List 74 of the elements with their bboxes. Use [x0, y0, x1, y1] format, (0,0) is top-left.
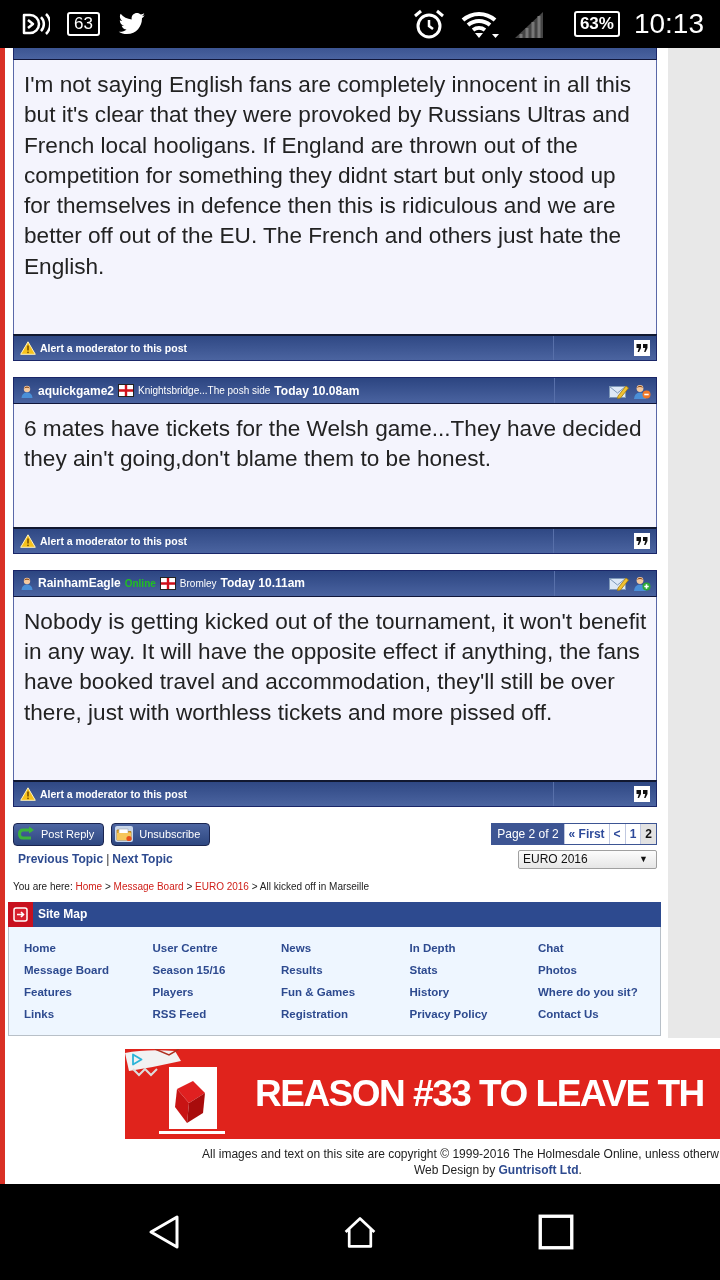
- recents-icon[interactable]: [538, 1214, 574, 1250]
- page-link[interactable]: 2: [640, 823, 656, 844]
- site-map-link[interactable]: Fun & Games: [281, 980, 356, 1003]
- previous-topic-link[interactable]: Previous Topic: [18, 851, 104, 866]
- post-time: Today 10.11am: [220, 576, 305, 591]
- site-map-link[interactable]: Contact Us: [538, 1002, 599, 1025]
- site-map-link[interactable]: News: [281, 936, 312, 959]
- post-reply-button[interactable]: Post Reply: [13, 822, 105, 846]
- warning-icon: [20, 533, 36, 548]
- user-minus-icon[interactable]: [633, 382, 651, 399]
- post-time: Today 10.08am: [274, 383, 360, 398]
- site-map-link[interactable]: Message Board: [24, 958, 109, 981]
- envelope-pencil-icon[interactable]: [609, 575, 629, 592]
- site-map-link[interactable]: History: [409, 980, 450, 1003]
- site-map-link[interactable]: Photos: [538, 958, 577, 981]
- ad-banner[interactable]: REASON #33 TO LEAVE TH: [125, 1048, 720, 1139]
- author-name[interactable]: aquickgame2: [38, 383, 115, 398]
- unsubscribe-button[interactable]: Unsubscribe: [111, 822, 211, 846]
- sound-waves-icon: [22, 12, 50, 36]
- online-status: Online: [124, 577, 156, 589]
- battery-level: 63%: [573, 11, 620, 37]
- alert-moderator-link[interactable]: Alert a moderator to this post: [40, 342, 187, 355]
- ad-headline[interactable]: REASON #33 TO LEAVE TH: [255, 1072, 704, 1115]
- user-icon: [20, 383, 34, 398]
- curved-arrow-icon: [17, 826, 35, 843]
- site-map-link[interactable]: Home: [24, 936, 56, 959]
- site-map-link[interactable]: Results: [281, 958, 323, 981]
- breadcrumb-link[interactable]: Home: [75, 880, 103, 892]
- quote-icon[interactable]: [634, 532, 650, 549]
- warning-icon: [20, 341, 36, 356]
- clock-time: 10:13: [633, 8, 704, 40]
- forum-dropdown[interactable]: EURO 2016 ▼: [518, 849, 657, 869]
- author-location: Knightsbridge...The posh side: [138, 385, 271, 397]
- flag-icon: [159, 576, 176, 590]
- quote-icon[interactable]: [634, 785, 650, 802]
- warning-icon: [20, 786, 36, 801]
- quote-icon[interactable]: [634, 340, 650, 357]
- flag-icon: [118, 384, 135, 398]
- arrow-square-icon: [8, 901, 33, 927]
- alert-moderator-link[interactable]: Alert a moderator to this post: [40, 534, 187, 547]
- site-map-link[interactable]: In Depth: [409, 936, 456, 959]
- site-map-link[interactable]: Stats: [409, 958, 438, 981]
- breadcrumb-link[interactable]: EURO 2016: [195, 880, 249, 892]
- notification-counter: 63: [67, 12, 100, 36]
- site-map-link[interactable]: Where do you sit?: [538, 980, 638, 1003]
- alert-moderator-link[interactable]: Alert a moderator to this post: [40, 787, 187, 800]
- user-plus-icon[interactable]: [633, 575, 651, 592]
- home-icon[interactable]: [342, 1214, 378, 1250]
- site-map-link[interactable]: Privacy Policy: [409, 1002, 488, 1025]
- post-text: I'm not saying English fans are completely innocent in all this but it's clear that they were provoked by Russians Ultras and French local hooligans. If England are thrown out of the competition for something they didnt start but only stood up for themselves in defence then this is ridiculous and we are better off out of the EU. The French and others just hate the English.: [24, 71, 633, 281]
- alarm-clock-icon: [412, 8, 445, 40]
- author-location: Bromley: [179, 577, 217, 589]
- site-map-link[interactable]: Players: [152, 980, 194, 1003]
- site-map-link[interactable]: Links: [24, 1002, 55, 1025]
- site-map-link[interactable]: Features: [24, 980, 72, 1003]
- user-icon: [20, 576, 34, 591]
- breadcrumb-link[interactable]: Message Board: [113, 880, 184, 892]
- site-map-link[interactable]: Chat: [538, 936, 564, 959]
- folder-icon: [115, 826, 134, 843]
- author-name[interactable]: RainhamEagle: [38, 576, 121, 591]
- site-map-link[interactable]: Registration: [281, 1002, 349, 1025]
- web-design-credit: Web Design by Guntrisoft Ltd.: [414, 1162, 582, 1177]
- page-indicator: Page 2 of 2: [492, 823, 564, 844]
- site-map-title: Site Map: [38, 907, 88, 922]
- post-text: 6 mates have tickets for the Welsh game...They have decided they ain't going,don't blame them to be honest.: [24, 415, 643, 474]
- breadcrumb: You are here: Home > Message Board > EURO 2016 > All kicked off in Marseille: [13, 880, 371, 893]
- wifi-icon: [459, 9, 500, 39]
- next-topic-link[interactable]: Next Topic: [112, 851, 173, 866]
- site-map-link[interactable]: Season 15/16: [152, 958, 226, 981]
- link-separator: |: [106, 851, 110, 866]
- site-map-link[interactable]: User Centre: [152, 936, 218, 959]
- post-text: Nobody is getting kicked out of the tournament, it won't benefit in any way. It will have the opposite effect if anything, the fans have booked travel and accommodation, they'll still be over there, just with worthless tickets and more pissed off.: [24, 607, 647, 727]
- copyright-notice: All images and text on this site are copyright © 1999-2016 The Holmesdale Online, unless otherw: [202, 1145, 719, 1162]
- site-map-link[interactable]: RSS Feed: [152, 1002, 207, 1025]
